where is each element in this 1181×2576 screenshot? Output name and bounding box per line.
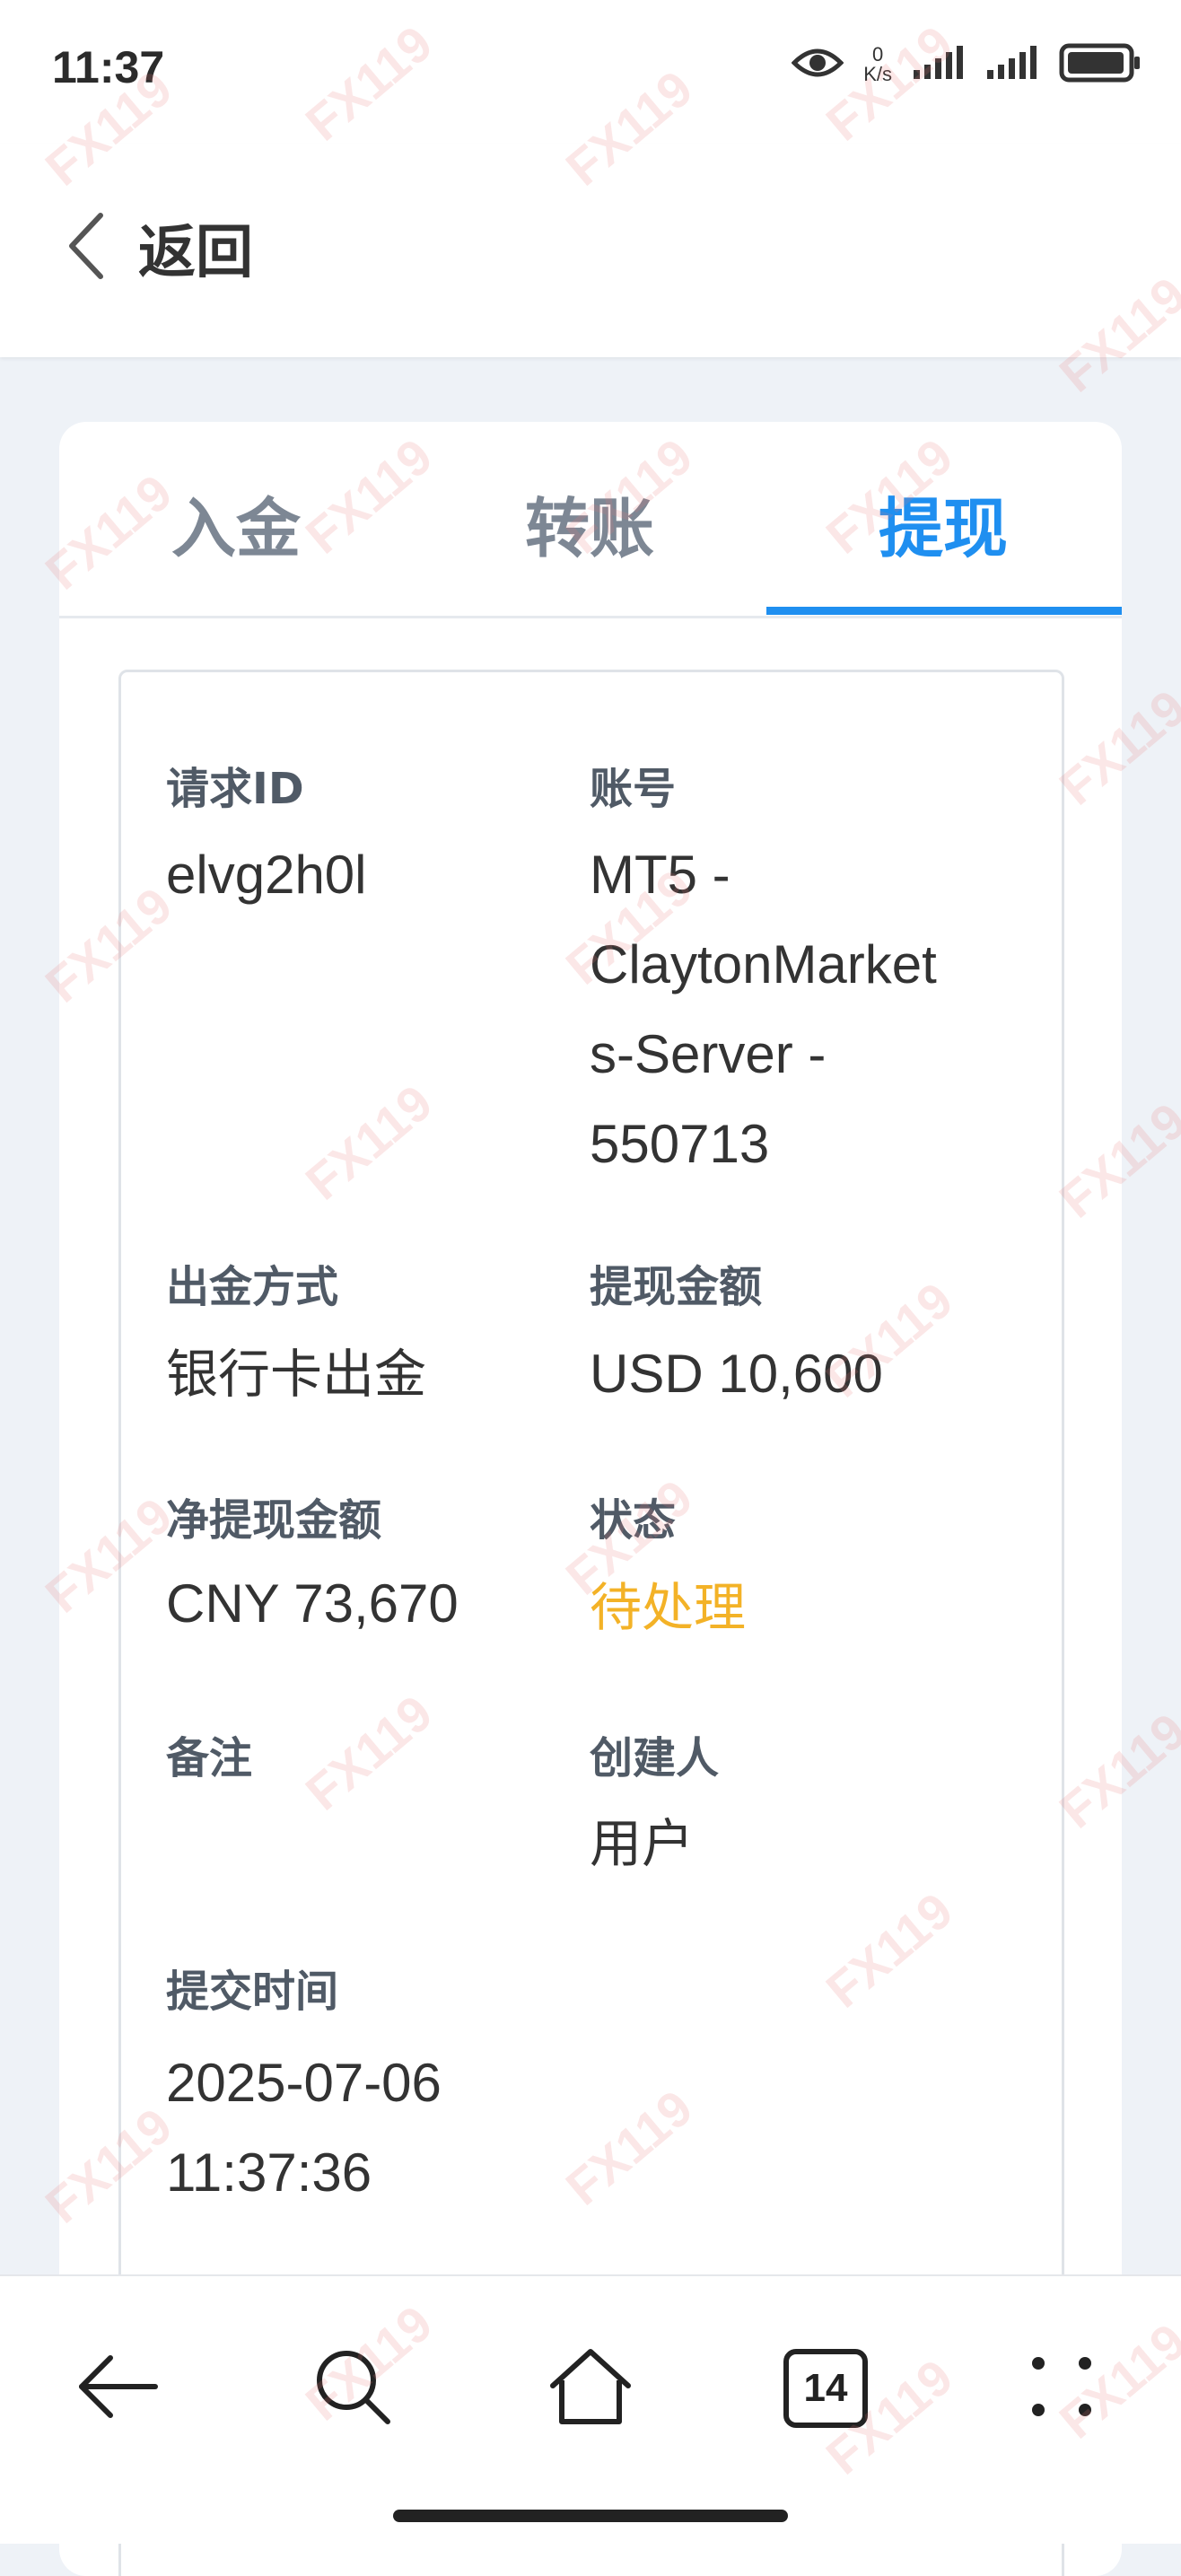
transaction-card: 入金 转账 提现 请求ID elvg2h0l 账号 MT5 - ClaytonM…: [59, 422, 1122, 2576]
chevron-left-icon: [66, 212, 106, 284]
browser-bottom-nav: 14: [0, 2274, 1181, 2544]
back-button[interactable]: 返回: [66, 206, 253, 289]
creator-value: 用户: [590, 1813, 695, 1874]
request-id-value: elvg2h0l: [166, 845, 367, 905]
net-amount-value: CNY 73,670: [166, 1573, 459, 1634]
signal-icon-2: [985, 45, 1039, 84]
submit-time-value: 2025-07-06 11:37:36: [166, 2053, 442, 2203]
remark-label: 备注: [166, 1733, 253, 1783]
nav-search-button[interactable]: [303, 2339, 402, 2438]
creator-label: 创建人: [590, 1733, 720, 1783]
status-bar: 11:37 0 K/s: [0, 0, 1181, 144]
arrow-left-icon: [74, 2351, 161, 2426]
status-label: 状态: [590, 1495, 677, 1546]
tab-transfer[interactable]: 转账: [413, 476, 766, 570]
amount-value: USD 10,600: [590, 1344, 883, 1404]
active-tab-indicator: [766, 607, 1122, 615]
amount-label: 提现金额: [590, 1262, 763, 1312]
top-header: 返回: [0, 144, 1181, 357]
eye-icon: [791, 45, 844, 84]
status-icons: 0 K/s: [791, 43, 1142, 86]
request-id-label: 请求ID: [166, 764, 304, 814]
method-value: 银行卡出金: [166, 1344, 427, 1405]
search-icon: [312, 2346, 393, 2431]
signal-icon-1: [912, 45, 966, 84]
battery-icon: [1059, 43, 1142, 86]
status-time: 11:37: [52, 42, 165, 92]
tab-withdraw[interactable]: 提现: [766, 476, 1120, 570]
nav-tabs-button[interactable]: 14: [776, 2339, 875, 2438]
tab-deposit[interactable]: 入金: [59, 476, 413, 570]
menu-dots-icon: [1026, 2351, 1098, 2426]
account-value: MT5 - ClaytonMarket s-Server - 550713: [590, 845, 937, 1174]
nav-home-button[interactable]: [541, 2339, 640, 2438]
net-speed: 0 K/s: [863, 43, 892, 85]
home-indicator: [393, 2510, 788, 2522]
submit-time-label: 提交时间: [166, 1967, 339, 2017]
home-icon: [547, 2346, 634, 2431]
status-value: 待处理: [590, 1577, 747, 1638]
net-amount-label: 净提现金额: [166, 1495, 382, 1546]
account-label: 账号: [590, 764, 677, 814]
back-label: 返回: [138, 220, 253, 286]
tabs-icon: 14: [783, 2349, 868, 2428]
tab-count: 14: [803, 2366, 848, 2410]
nav-menu-button[interactable]: [1012, 2339, 1111, 2438]
method-label: 出金方式: [166, 1262, 339, 1312]
nav-back-button[interactable]: [68, 2339, 167, 2438]
tab-bar: 入金 转账 提现: [59, 422, 1122, 618]
